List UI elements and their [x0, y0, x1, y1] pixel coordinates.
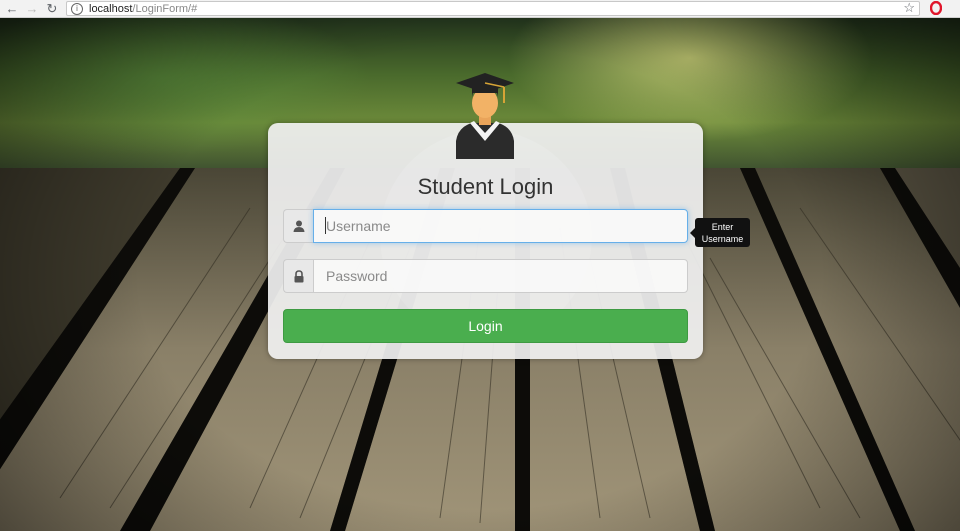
- url-path: /LoginForm/#: [132, 2, 198, 15]
- page-title: Student Login: [417, 174, 554, 199]
- text-caret: [325, 217, 326, 234]
- reload-icon[interactable]: ↻: [42, 0, 62, 18]
- back-arrow-icon[interactable]: ←: [2, 0, 22, 18]
- password-input[interactable]: [313, 259, 688, 293]
- password-addon: [283, 259, 314, 293]
- user-icon: [293, 220, 305, 232]
- tooltip-line-1: Enter: [711, 221, 734, 232]
- login-button[interactable]: Login: [283, 309, 688, 343]
- username-addon: [283, 209, 314, 243]
- bookmark-star-icon[interactable]: ☆: [903, 0, 915, 16]
- url-host: localhost: [89, 2, 133, 15]
- opera-icon[interactable]: [928, 0, 944, 16]
- graduate-avatar-icon: [452, 71, 518, 159]
- username-input[interactable]: [313, 209, 688, 243]
- username-tooltip: Enter Username: [695, 218, 750, 247]
- forward-arrow-icon[interactable]: →: [22, 0, 42, 18]
- tooltip-line-2: Username: [701, 233, 744, 244]
- info-icon[interactable]: i: [71, 2, 83, 15]
- browser-toolbar: ← → ↻ i localhost /LoginForm/# ☆: [0, 0, 960, 18]
- lock-icon: [294, 269, 304, 282]
- address-bar[interactable]: i localhost /LoginForm/# ☆: [66, 0, 920, 16]
